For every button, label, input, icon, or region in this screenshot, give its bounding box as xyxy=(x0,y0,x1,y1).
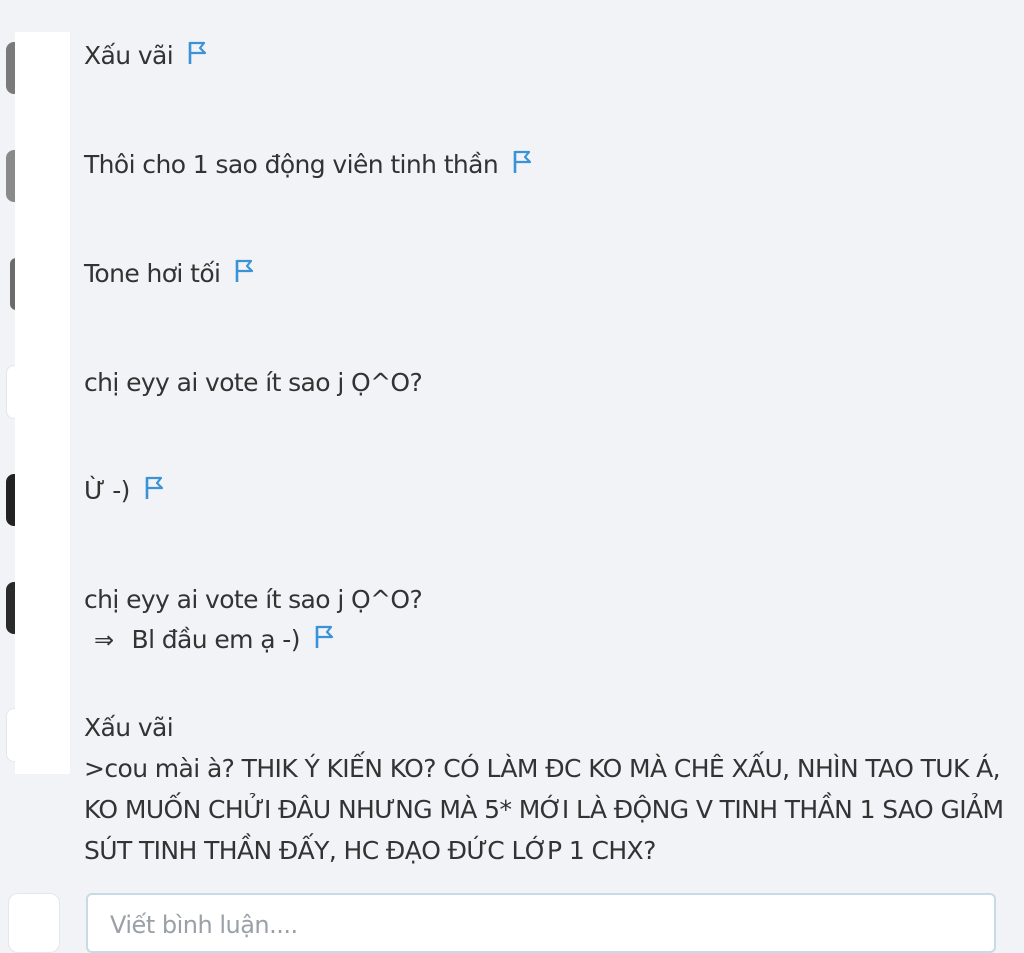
comment-text: Xấu vãi xyxy=(84,41,174,70)
comment-text: chị eyy ai vote ít sao j Ọ^O? xyxy=(84,368,423,397)
avatar-column-mask xyxy=(15,32,70,774)
flag-icon[interactable] xyxy=(512,149,534,175)
quoted-text: Xấu vãi xyxy=(84,713,174,742)
comment-text: Tone hơi tối xyxy=(84,259,221,288)
comment-text: >cou mài à? THIK Ý KIẾN KO? CÓ LÀM ĐC KO… xyxy=(84,754,1004,865)
comment: Ừ -) xyxy=(84,471,166,511)
avatar xyxy=(8,893,60,953)
comment: Xấu vãi >cou mài à? THIK Ý KIẾN KO? CÓ L… xyxy=(84,707,1004,871)
flag-icon[interactable] xyxy=(314,624,336,650)
flag-icon[interactable] xyxy=(187,40,209,66)
flag-icon[interactable] xyxy=(234,258,256,284)
reply-arrow-icon: ⇒ xyxy=(94,626,114,654)
comment: Tone hơi tối xyxy=(84,254,256,294)
flag-icon[interactable] xyxy=(144,475,166,501)
comment-input-placeholder: Viết bình luận.... xyxy=(110,911,298,939)
comment: Xấu vãi xyxy=(84,36,209,76)
comment-input[interactable]: Viết bình luận.... xyxy=(86,893,996,953)
comment-text: Ừ -) xyxy=(84,476,130,505)
comment-text: Thôi cho 1 sao động viên tinh thần xyxy=(84,150,499,179)
comment: chị eyy ai vote ít sao j Ọ^O? ⇒ Bl đầu em… xyxy=(84,580,423,660)
comment: Thôi cho 1 sao động viên tinh thần xyxy=(84,145,534,185)
quoted-text: chị eyy ai vote ít sao j Ọ^O? xyxy=(84,585,423,614)
comment-text: Bl đầu em ạ -) xyxy=(131,625,301,654)
comment: chị eyy ai vote ít sao j Ọ^O? xyxy=(84,363,423,403)
